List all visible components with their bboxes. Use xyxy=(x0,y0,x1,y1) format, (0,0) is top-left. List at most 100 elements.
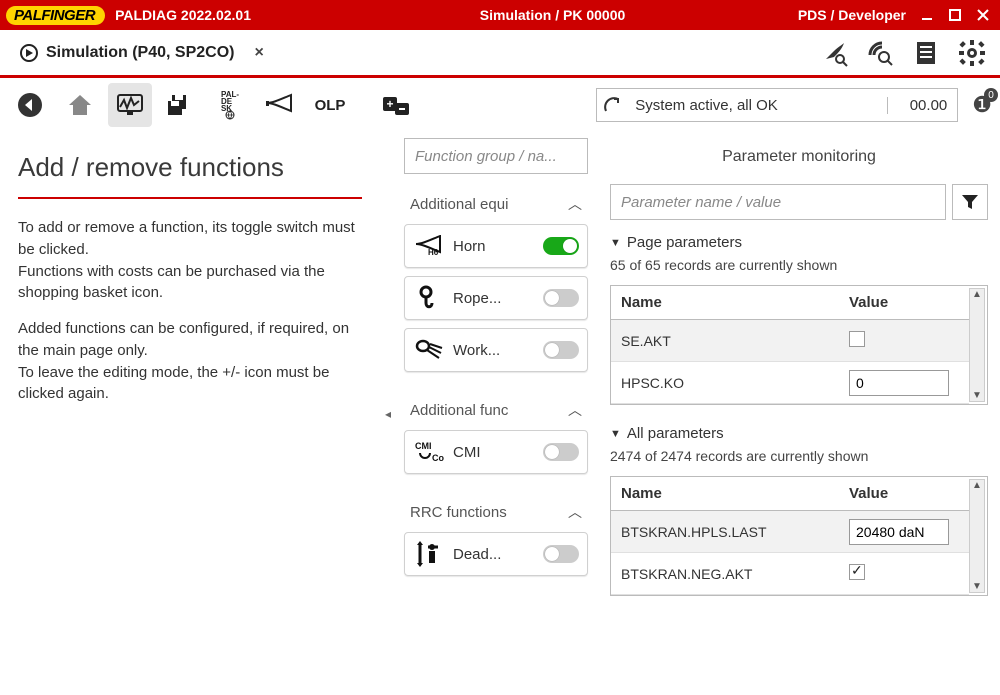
brand-badge: PALFINGER xyxy=(6,6,105,25)
svg-text:+: + xyxy=(386,97,393,111)
toolbar: PAL-DESK OLP + System active, all OK 00.… xyxy=(0,78,1000,132)
group-title: Additional equi xyxy=(410,196,508,213)
svg-text:Co: Co xyxy=(432,453,444,463)
chevron-up-icon: ︿ xyxy=(568,400,582,420)
function-label: CMI xyxy=(453,444,535,461)
all-params-table: Name Value BTSKRAN.HPLS.LAST BTSKRAN.NEG.… xyxy=(610,476,988,596)
function-toggle[interactable] xyxy=(543,341,579,359)
group-title: Additional func xyxy=(410,402,508,419)
function-label: Rope... xyxy=(453,290,535,307)
param-checkbox[interactable] xyxy=(849,564,865,580)
param-checkbox[interactable] xyxy=(849,331,865,347)
function-list-pane: Function group / na... Additional equi ︿ H… xyxy=(396,132,596,695)
paldesk-button[interactable]: PAL-DESK xyxy=(208,83,252,127)
cmi-icon: CMICo xyxy=(413,438,445,466)
param-value-input[interactable] xyxy=(849,370,949,396)
all-params-count: 2474 of 2474 records are currently shown xyxy=(610,448,988,464)
tab-label: Simulation (P40, SP2CO) xyxy=(46,44,234,62)
function-search-input[interactable]: Function group / na... xyxy=(404,138,588,174)
horn-button[interactable] xyxy=(258,83,302,127)
group-title: RRC functions xyxy=(410,504,507,521)
page-description: To add or remove a function, its toggle … xyxy=(18,217,362,405)
parameter-filter-input[interactable]: Parameter name / value xyxy=(610,184,946,220)
param-name: BTSKRAN.NEG.AKT xyxy=(611,566,839,582)
status-icon xyxy=(597,96,627,114)
title-bar: PALFINGER PALDIAG 2022.02.01 Simulation … xyxy=(0,0,1000,30)
param-value-input[interactable] xyxy=(849,519,949,545)
function-item: Rope... xyxy=(404,276,588,320)
monitor-button[interactable] xyxy=(108,83,152,127)
svg-text:H6: H6 xyxy=(428,248,439,257)
rocket-search-icon[interactable] xyxy=(820,39,848,67)
left-pane: Add / remove functions To add or remove … xyxy=(0,132,380,695)
chevron-up-icon: ︿ xyxy=(568,502,582,522)
save-disk-button[interactable] xyxy=(158,83,202,127)
param-name: HPSC.KO xyxy=(611,375,839,391)
gear-icon[interactable] xyxy=(958,39,986,67)
page-title: Add / remove functions xyxy=(18,152,362,183)
title-mode: PDS / Developer xyxy=(798,7,906,23)
title-center: Simulation / PK 00000 xyxy=(407,7,699,23)
info-count: 0 xyxy=(984,88,998,102)
col-name: Name xyxy=(611,477,839,510)
info-button[interactable]: ❶ 0 xyxy=(972,92,992,118)
col-name: Name xyxy=(611,286,839,319)
app-title: PALDIAG 2022.02.01 xyxy=(115,7,407,23)
worklight-icon xyxy=(413,336,445,364)
deadman-icon xyxy=(413,540,445,568)
col-value: Value xyxy=(839,477,969,510)
pane-collapse-left[interactable]: ◂ xyxy=(380,132,396,695)
status-bar: System active, all OK 00.00 xyxy=(596,88,958,122)
back-button[interactable] xyxy=(8,83,52,127)
rope-winch-icon xyxy=(413,284,445,312)
page-params-count: 65 of 65 records are currently shown xyxy=(610,257,988,273)
function-label: Work... xyxy=(453,342,535,359)
function-toggle[interactable] xyxy=(543,237,579,255)
minimize-button[interactable] xyxy=(920,8,934,22)
function-toggle[interactable] xyxy=(543,545,579,563)
status-value: 00.00 xyxy=(887,97,957,114)
play-icon xyxy=(20,44,38,62)
function-item: CMICoCMI xyxy=(404,430,588,474)
parameter-pane: Parameter monitoring Parameter name / va… xyxy=(596,132,1000,695)
chevron-down-icon: ▼ xyxy=(610,428,621,440)
table-row: BTSKRAN.NEG.AKT xyxy=(611,553,969,595)
tab-simulation[interactable]: Simulation (P40, SP2CO) × xyxy=(8,38,276,68)
function-item: Work... xyxy=(404,328,588,372)
signal-search-icon[interactable] xyxy=(866,39,894,67)
table-row: BTSKRAN.HPLS.LAST xyxy=(611,511,969,553)
tab-close-icon[interactable]: × xyxy=(254,44,263,62)
all-params-toggle[interactable]: ▼ All parameters xyxy=(610,425,988,442)
chevron-up-icon: ︿ xyxy=(568,194,582,214)
function-group-header[interactable]: Additional equi ︿ xyxy=(404,174,588,224)
tab-strip: Simulation (P40, SP2CO) × xyxy=(0,30,1000,78)
maximize-button[interactable] xyxy=(948,8,962,22)
all-params-scrollbar[interactable]: ▲▼ xyxy=(969,479,985,593)
svg-text:CMI: CMI xyxy=(415,441,432,451)
parameter-pane-title: Parameter monitoring xyxy=(610,138,988,184)
function-group-header[interactable]: Additional func ︿ xyxy=(404,380,588,430)
chevron-down-icon: ▼ xyxy=(610,237,621,249)
page-params-table: Name Value SE.AKT HPSC.KO ▲▼ xyxy=(610,285,988,405)
table-row: SE.AKT xyxy=(611,320,969,362)
function-toggle[interactable] xyxy=(543,289,579,307)
filter-button[interactable] xyxy=(952,184,988,220)
table-row: HPSC.KO xyxy=(611,362,969,404)
add-remove-button[interactable]: + xyxy=(374,83,418,127)
function-label: Horn xyxy=(453,238,535,255)
horn-h6-icon: H6 xyxy=(413,232,445,260)
status-text: System active, all OK xyxy=(627,97,887,114)
page-params-scrollbar[interactable]: ▲▼ xyxy=(969,288,985,402)
home-button[interactable] xyxy=(58,83,102,127)
heading-divider xyxy=(18,197,362,199)
olp-button[interactable]: OLP xyxy=(308,83,352,127)
page-params-toggle[interactable]: ▼ Page parameters xyxy=(610,234,988,251)
function-toggle[interactable] xyxy=(543,443,579,461)
param-name: SE.AKT xyxy=(611,333,839,349)
list-doc-icon[interactable] xyxy=(912,39,940,67)
close-button[interactable] xyxy=(976,8,990,22)
function-label: Dead... xyxy=(453,546,535,563)
function-item: Dead... xyxy=(404,532,588,576)
col-value: Value xyxy=(839,286,969,319)
function-group-header[interactable]: RRC functions ︿ xyxy=(404,482,588,532)
